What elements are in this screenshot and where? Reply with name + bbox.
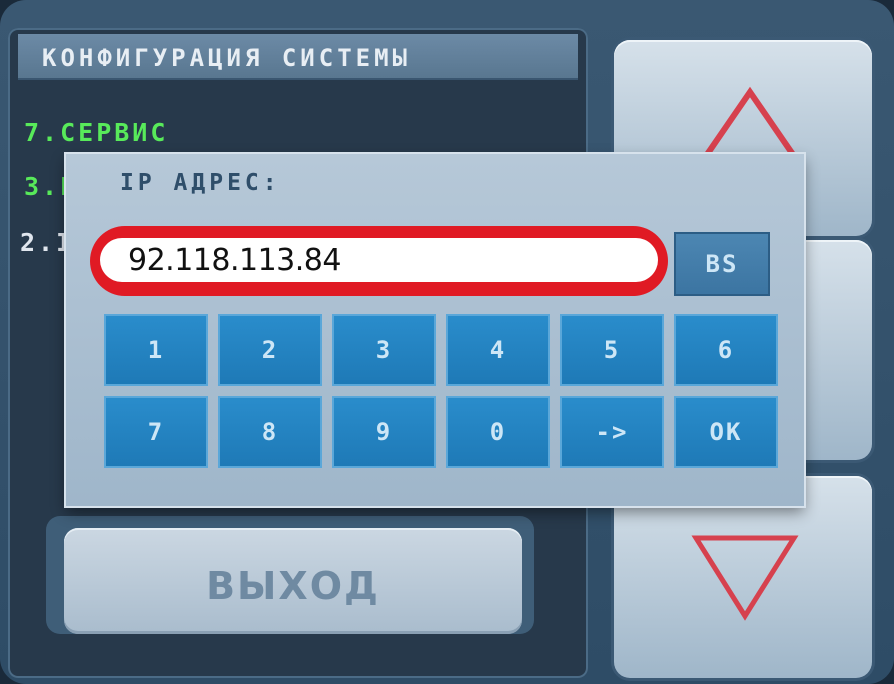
key-4[interactable]: 4 <box>446 314 550 386</box>
screen-title: КОНФИГУРАЦИЯ СИСТЕМЫ <box>42 44 411 72</box>
ip-address-value: 92.118.113.84 <box>128 242 341 278</box>
key-0-label: 0 <box>489 418 507 446</box>
key-next[interactable]: -> <box>560 396 664 468</box>
exit-button-label: ВЫХОД <box>206 564 380 608</box>
key-3[interactable]: 3 <box>332 314 436 386</box>
key-1[interactable]: 1 <box>104 314 208 386</box>
key-1-label: 1 <box>147 336 165 364</box>
key-9-label: 9 <box>375 418 393 446</box>
backspace-key[interactable]: BS <box>674 232 770 296</box>
ip-address-input[interactable]: 92.118.113.84 <box>100 238 658 282</box>
arrow-down-icon <box>691 535 799 621</box>
key-ok[interactable]: OK <box>674 396 778 468</box>
backspace-key-label: BS <box>705 250 739 278</box>
key-ok-label: OK <box>709 418 743 446</box>
key-6[interactable]: 6 <box>674 314 778 386</box>
key-9[interactable]: 9 <box>332 396 436 468</box>
key-next-label: -> <box>595 418 629 446</box>
key-2[interactable]: 2 <box>218 314 322 386</box>
key-7-label: 7 <box>147 418 165 446</box>
ip-address-label: IP АДРЕС: <box>120 170 281 196</box>
exit-button[interactable]: ВЫХОД <box>64 528 522 634</box>
title-bar: КОНФИГУРАЦИЯ СИСТЕМЫ <box>18 34 578 80</box>
device-screen: КОНФИГУРАЦИЯ СИСТЕМЫ 7.СЕРВИС 3.E 2.I C … <box>0 0 894 684</box>
scroll-down-button[interactable] <box>614 476 872 678</box>
key-0[interactable]: 0 <box>446 396 550 468</box>
key-8-label: 8 <box>261 418 279 446</box>
key-6-label: 6 <box>717 336 735 364</box>
key-3-label: 3 <box>375 336 393 364</box>
key-2-label: 2 <box>261 336 279 364</box>
key-7[interactable]: 7 <box>104 396 208 468</box>
key-8[interactable]: 8 <box>218 396 322 468</box>
menu-item-service[interactable]: 7.СЕРВИС <box>24 118 168 147</box>
key-5-label: 5 <box>603 336 621 364</box>
ip-address-dialog: IP АДРЕС: 92.118.113.84 BS 1 2 3 4 5 6 7… <box>66 154 804 506</box>
key-5[interactable]: 5 <box>560 314 664 386</box>
key-4-label: 4 <box>489 336 507 364</box>
